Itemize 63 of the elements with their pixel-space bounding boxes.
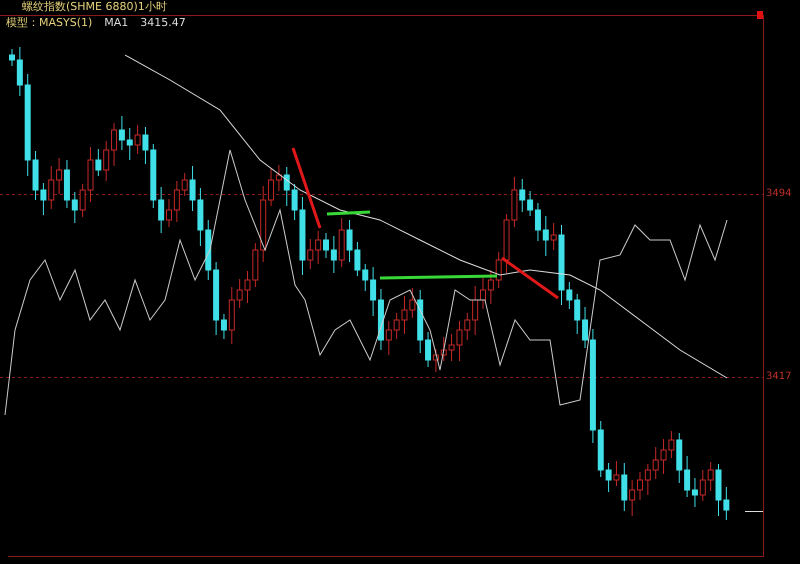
candlestick [644,464,651,496]
candlestick [629,480,636,516]
candlestick [566,282,572,310]
price-axis-label: 3417 [766,371,792,383]
candlestick [126,128,133,160]
candlestick [621,462,628,512]
candlestick [103,140,110,182]
candlestick [158,186,164,234]
candlestick [48,166,54,210]
candlestick [88,146,94,202]
down-trend-segment [501,256,559,300]
candlestick [307,238,314,270]
candlestick [9,48,15,66]
candlestick [284,166,290,206]
candlestick [338,218,345,268]
candlestick [394,312,400,340]
ma-label: MA1 [104,16,128,30]
candlestick [244,270,250,304]
candlestick [464,312,470,340]
candlestick [480,278,486,310]
candlestick [402,296,408,334]
candlestick [472,286,478,336]
last-price-tick [744,511,764,512]
candlestick [676,432,682,484]
indicator-model-label: 模型：MASYS(1) [6,16,92,30]
candlestick [708,462,714,492]
candlestick [652,446,659,480]
candlestick [174,180,180,222]
candlestick [330,236,337,274]
candlestick [80,184,86,218]
candlestick [323,232,329,258]
candlestick [236,278,243,308]
candlestick [72,192,78,224]
candlestick [315,230,322,264]
candlestick [409,288,416,318]
candlestick [362,264,368,292]
candlestick [723,486,730,520]
candlestick [16,46,23,96]
candlestick [440,336,447,362]
candlestick [574,294,580,334]
candlestick [95,148,102,176]
candlestick [550,222,557,250]
candlestick [716,464,722,516]
flat-trend-segment [326,210,370,216]
candlestick [637,472,643,500]
candlestick [417,290,424,354]
price-axis-label: 3494 [766,188,792,200]
candlestick [488,270,494,304]
candlestick [496,252,502,288]
corner-marker-icon [757,11,763,19]
candlestick [182,172,188,196]
candlestick [150,144,156,208]
candlestick [542,216,549,256]
candlestick [598,420,604,478]
candlestick [252,242,258,288]
candlestick [166,198,172,228]
ma-value: 3415.47 [140,16,186,30]
candlestick [228,286,235,344]
candlestick [205,220,212,280]
candlestick [386,320,392,356]
candlestick [519,178,526,212]
candlestick [700,470,706,502]
chart-title: 螺纹指数(SHME 6880)1小时 [22,0,167,14]
